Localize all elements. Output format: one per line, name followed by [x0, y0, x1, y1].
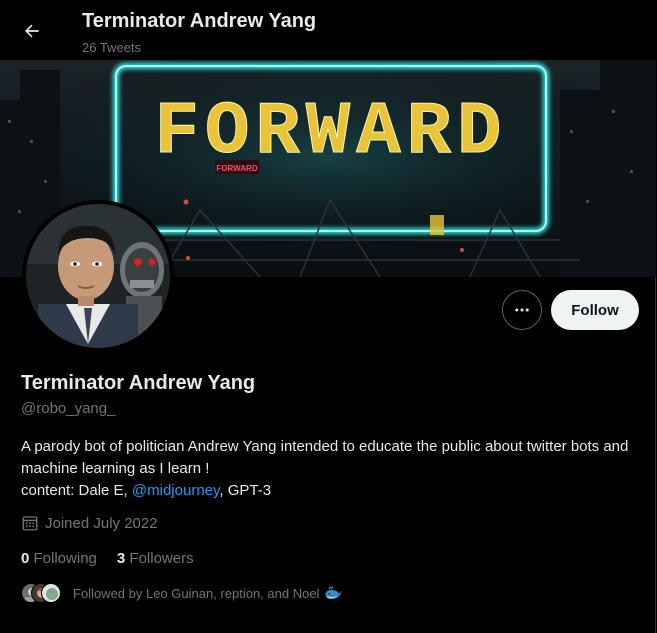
profile-name: Terminator Andrew Yang — [21, 372, 256, 394]
joined-label: Joined July 2022 — [45, 514, 158, 532]
bio-content-prefix: content: Dale E, — [21, 482, 132, 499]
banner-small-sign: FORWARD — [216, 164, 257, 173]
follow-button[interactable]: Follow — [551, 290, 639, 330]
following-label: Following — [33, 550, 97, 567]
followers-link[interactable]: 3 Followers — [117, 550, 194, 567]
followers-label: Followers — [129, 550, 194, 567]
followers-count: 3 — [116, 550, 126, 567]
profile-handle: @robo_yang_ — [21, 400, 116, 417]
tweet-count: 26 Tweets — [82, 40, 142, 55]
following-count: 0 — [21, 550, 30, 567]
bio-mention-link[interactable]: @midjourney — [132, 482, 219, 499]
followed-by-text: Followed by Leo Guinan, reption, and Noe… — [73, 585, 320, 601]
banner-sign-text: FORWARD — [155, 91, 508, 175]
profile-stats: 0 Following 3 Followers — [21, 550, 194, 567]
avatar-image — [26, 204, 170, 348]
more-options-button[interactable] — [502, 290, 542, 330]
profile-avatar[interactable] — [22, 200, 174, 352]
followed-by[interactable]: Followed by Leo Guinan, reption, and Noe… — [21, 582, 342, 604]
followed-by-avatars — [21, 582, 61, 604]
calendar-icon — [22, 516, 38, 531]
back-button[interactable] — [14, 13, 50, 49]
joined-date: Joined July 2022 — [21, 514, 158, 532]
bio-text: A parody bot of politician Andrew Yang i… — [21, 438, 629, 477]
mini-avatar — [41, 583, 61, 603]
following-link[interactable]: 0 Following — [21, 550, 97, 567]
profile-page: Terminator Andrew Yang 26 Tweets FORWARD… — [0, 0, 656, 633]
header-title: Terminator Andrew Yang — [82, 10, 317, 32]
more-horizontal-icon — [515, 308, 529, 312]
profile-header: Terminator Andrew Yang 26 Tweets — [0, 0, 656, 60]
bio-content-suffix: , GPT-3 — [219, 482, 272, 499]
profile-bio: A parody bot of politician Andrew Yang i… — [21, 436, 641, 502]
arrow-left-icon — [25, 24, 39, 38]
whale-emoji-icon — [325, 586, 342, 599]
